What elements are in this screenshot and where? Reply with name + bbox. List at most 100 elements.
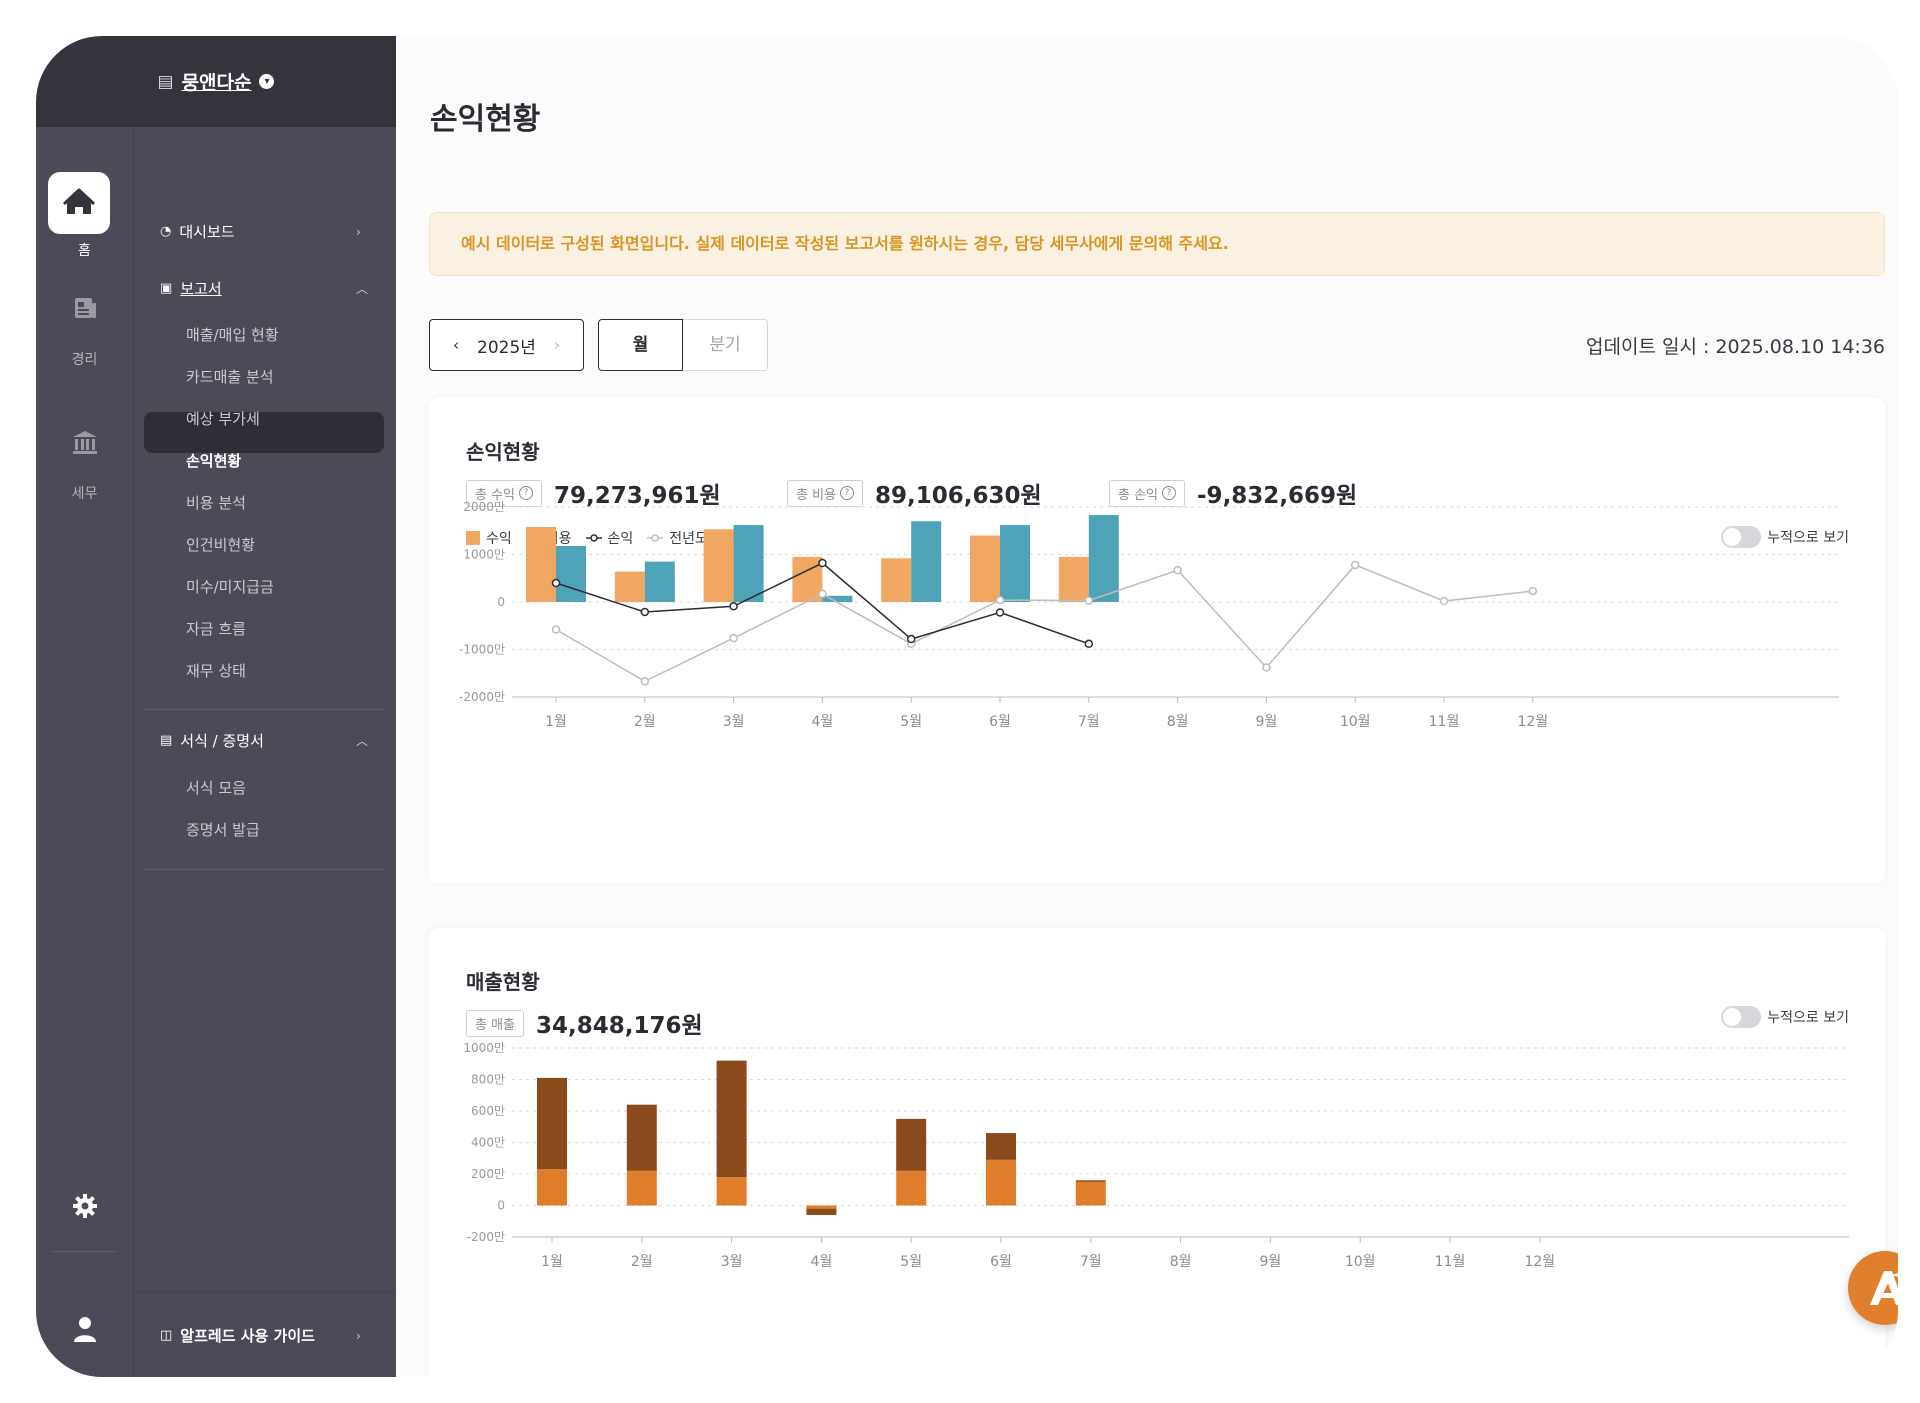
menu-item-vat-estimate[interactable]: 예상 부가세: [186, 408, 260, 429]
user-icon[interactable]: [36, 1314, 133, 1351]
bar-sales-segment: [986, 1133, 1016, 1160]
x-tick-label: 7월: [1080, 1254, 1102, 1270]
profit-point: [906, 634, 916, 644]
org-name[interactable]: 뭉앤다순: [182, 68, 252, 95]
x-tick-label: 5월: [900, 714, 922, 730]
y-tick-label: 2000만: [463, 500, 505, 514]
x-tick-label: 2월: [631, 1254, 653, 1270]
menu-item-cash-flow[interactable]: 자금 흐름: [186, 618, 246, 639]
notice-banner: 예시 데이터로 구성된 화면입니다. 실제 데이터로 작성된 보고서를 원하시는…: [429, 212, 1885, 276]
x-tick-label: 1월: [545, 714, 567, 730]
menu-guide[interactable]: ◫ 알프레드 사용 가이드 ›: [160, 1325, 361, 1346]
chevron-right-icon[interactable]: ›: [554, 336, 560, 354]
y-tick-label: 800만: [471, 1073, 505, 1087]
menu-item-receivables[interactable]: 미수/미지급금: [186, 576, 274, 597]
y-tick-label: 0: [497, 595, 505, 609]
profit-point: [551, 578, 561, 588]
year-picker: ‹ 2025년 ›: [429, 319, 584, 371]
x-tick-label: 2월: [634, 714, 656, 730]
menu-item-profit-loss[interactable]: 손익현황: [186, 450, 241, 471]
bar-sales-segment: [1075, 1180, 1106, 1182]
bar-expense: [644, 561, 675, 602]
menu-item-payroll[interactable]: 인건비현황: [186, 534, 255, 555]
prev-profit-point: [818, 589, 827, 599]
rail-divider: [52, 1251, 116, 1252]
x-tick-label: 9월: [1260, 1254, 1282, 1270]
x-tick-label: 6월: [990, 1254, 1012, 1270]
bar-expense: [1088, 515, 1119, 602]
side-menu: ◔ 대시보드 › ▣ 보고서 ︿ 매출/매입 현황 카드매출 분석 예상 부가세…: [133, 127, 397, 1377]
prev-profit-line: [555, 564, 1533, 683]
updated-timestamp: 업데이트 일시 : 2025.08.10 14:36: [1586, 336, 1885, 358]
bar-sales-segment: [806, 1205, 837, 1209]
profit-loss-chart: 2000만 1000만 0 -1000만 -2000만 1월 2월 3월 4월 5월 6월 7월 8월 9…: [459, 500, 1839, 730]
chart-pie-icon: ◔: [160, 224, 172, 239]
rail-label-ledger[interactable]: 경리: [36, 349, 133, 369]
bar-sales-segment: [1075, 1181, 1106, 1206]
menu-item-certificate[interactable]: 증명서 발급: [186, 819, 260, 840]
menu-bottom-divider: [134, 1292, 397, 1293]
gear-icon[interactable]: [36, 1192, 133, 1227]
bar-revenue: [526, 526, 556, 602]
rail-item-home[interactable]: [48, 172, 110, 234]
prev-profit-point: [640, 677, 650, 686]
menu-item-financial-status[interactable]: 재무 상태: [186, 660, 246, 681]
bar-sales-segment: [986, 1159, 1016, 1206]
prev-profit-point: [1528, 586, 1538, 596]
period-toggle: 월 분기: [598, 319, 768, 371]
rail-label-tax[interactable]: 세무: [36, 483, 133, 503]
y-tick-label: 600만: [471, 1104, 505, 1118]
y-tick-label: -2000만: [459, 690, 505, 704]
assistant-fab[interactable]: [1848, 1251, 1898, 1325]
prev-profit-point: [1350, 560, 1360, 570]
bank-icon[interactable]: [36, 428, 133, 463]
x-tick-label: 10월: [1345, 1254, 1376, 1270]
y-tick-label: 1000만: [463, 1041, 505, 1055]
x-tick-label: 10월: [1340, 714, 1371, 730]
sales-card: 매출현황 총 매출 34,848,176원 누적으로 보기 1000만 800만 6…: [429, 928, 1885, 1377]
menu-dashboard-label: 대시보드: [179, 223, 235, 241]
bar-expense: [911, 521, 942, 602]
menu-item-sales-purchase[interactable]: 매출/매입 현황: [186, 324, 279, 345]
menu-forms-label: 서식 / 증명서: [180, 732, 264, 750]
book-icon: ◫: [160, 1328, 173, 1343]
profit-point: [1084, 639, 1094, 649]
rail-label-home[interactable]: 홈: [36, 240, 133, 260]
menu-item-form-templates[interactable]: 서식 모음: [186, 777, 246, 798]
building-icon: ▤: [157, 71, 174, 92]
y-tick-label: 200만: [471, 1167, 505, 1181]
document-icon: ▤: [160, 733, 173, 748]
org-switcher[interactable]: ▤ 뭉앤다순 ▾: [36, 36, 396, 127]
menu-dashboard[interactable]: ◔ 대시보드 ›: [160, 221, 361, 242]
profit-point: [995, 608, 1005, 617]
x-tick-label: 11월: [1429, 714, 1460, 730]
ledger-icon[interactable]: [36, 295, 133, 328]
menu-item-card-sales[interactable]: 카드매출 분석: [186, 366, 274, 387]
year-label: 2025년: [477, 337, 536, 358]
period-month-button[interactable]: 월: [598, 319, 683, 371]
profit-point: [818, 558, 827, 568]
x-tick-label: 4월: [811, 1254, 833, 1270]
x-tick-label: 4월: [812, 714, 834, 730]
x-tick-label: 11월: [1435, 1254, 1466, 1270]
home-icon: [62, 188, 96, 214]
x-tick-label: 12월: [1517, 714, 1548, 730]
bar-sales-segment: [626, 1104, 657, 1171]
x-tick-label: 8월: [1167, 714, 1189, 730]
menu-forms[interactable]: ▤ 서식 / 증명서 ︿: [160, 730, 368, 751]
chevron-right-icon: ›: [356, 224, 361, 239]
menu-item-expense-analysis[interactable]: 비용 분석: [186, 492, 246, 513]
prev-profit-point: [1439, 596, 1449, 606]
bar-sales-segment: [716, 1060, 747, 1178]
profit-point: [640, 607, 650, 617]
x-tick-label: 7월: [1078, 714, 1100, 730]
sales-chart: 1000만 800만 600만 400만 200만 0 -200만 1월 2월 3월 4월 5월 6월 7…: [463, 1041, 1849, 1270]
period-quarter-button[interactable]: 분기: [683, 319, 768, 371]
menu-divider: [144, 709, 384, 710]
y-tick-label: -200만: [467, 1230, 505, 1244]
chevron-down-icon[interactable]: ▾: [259, 74, 275, 89]
y-tick-label: -1000만: [459, 643, 505, 657]
chevron-left-icon[interactable]: ‹: [453, 336, 459, 354]
assistant-logo-icon: [1870, 1271, 1898, 1305]
menu-reports[interactable]: ▣ 보고서 ︿: [160, 278, 368, 299]
